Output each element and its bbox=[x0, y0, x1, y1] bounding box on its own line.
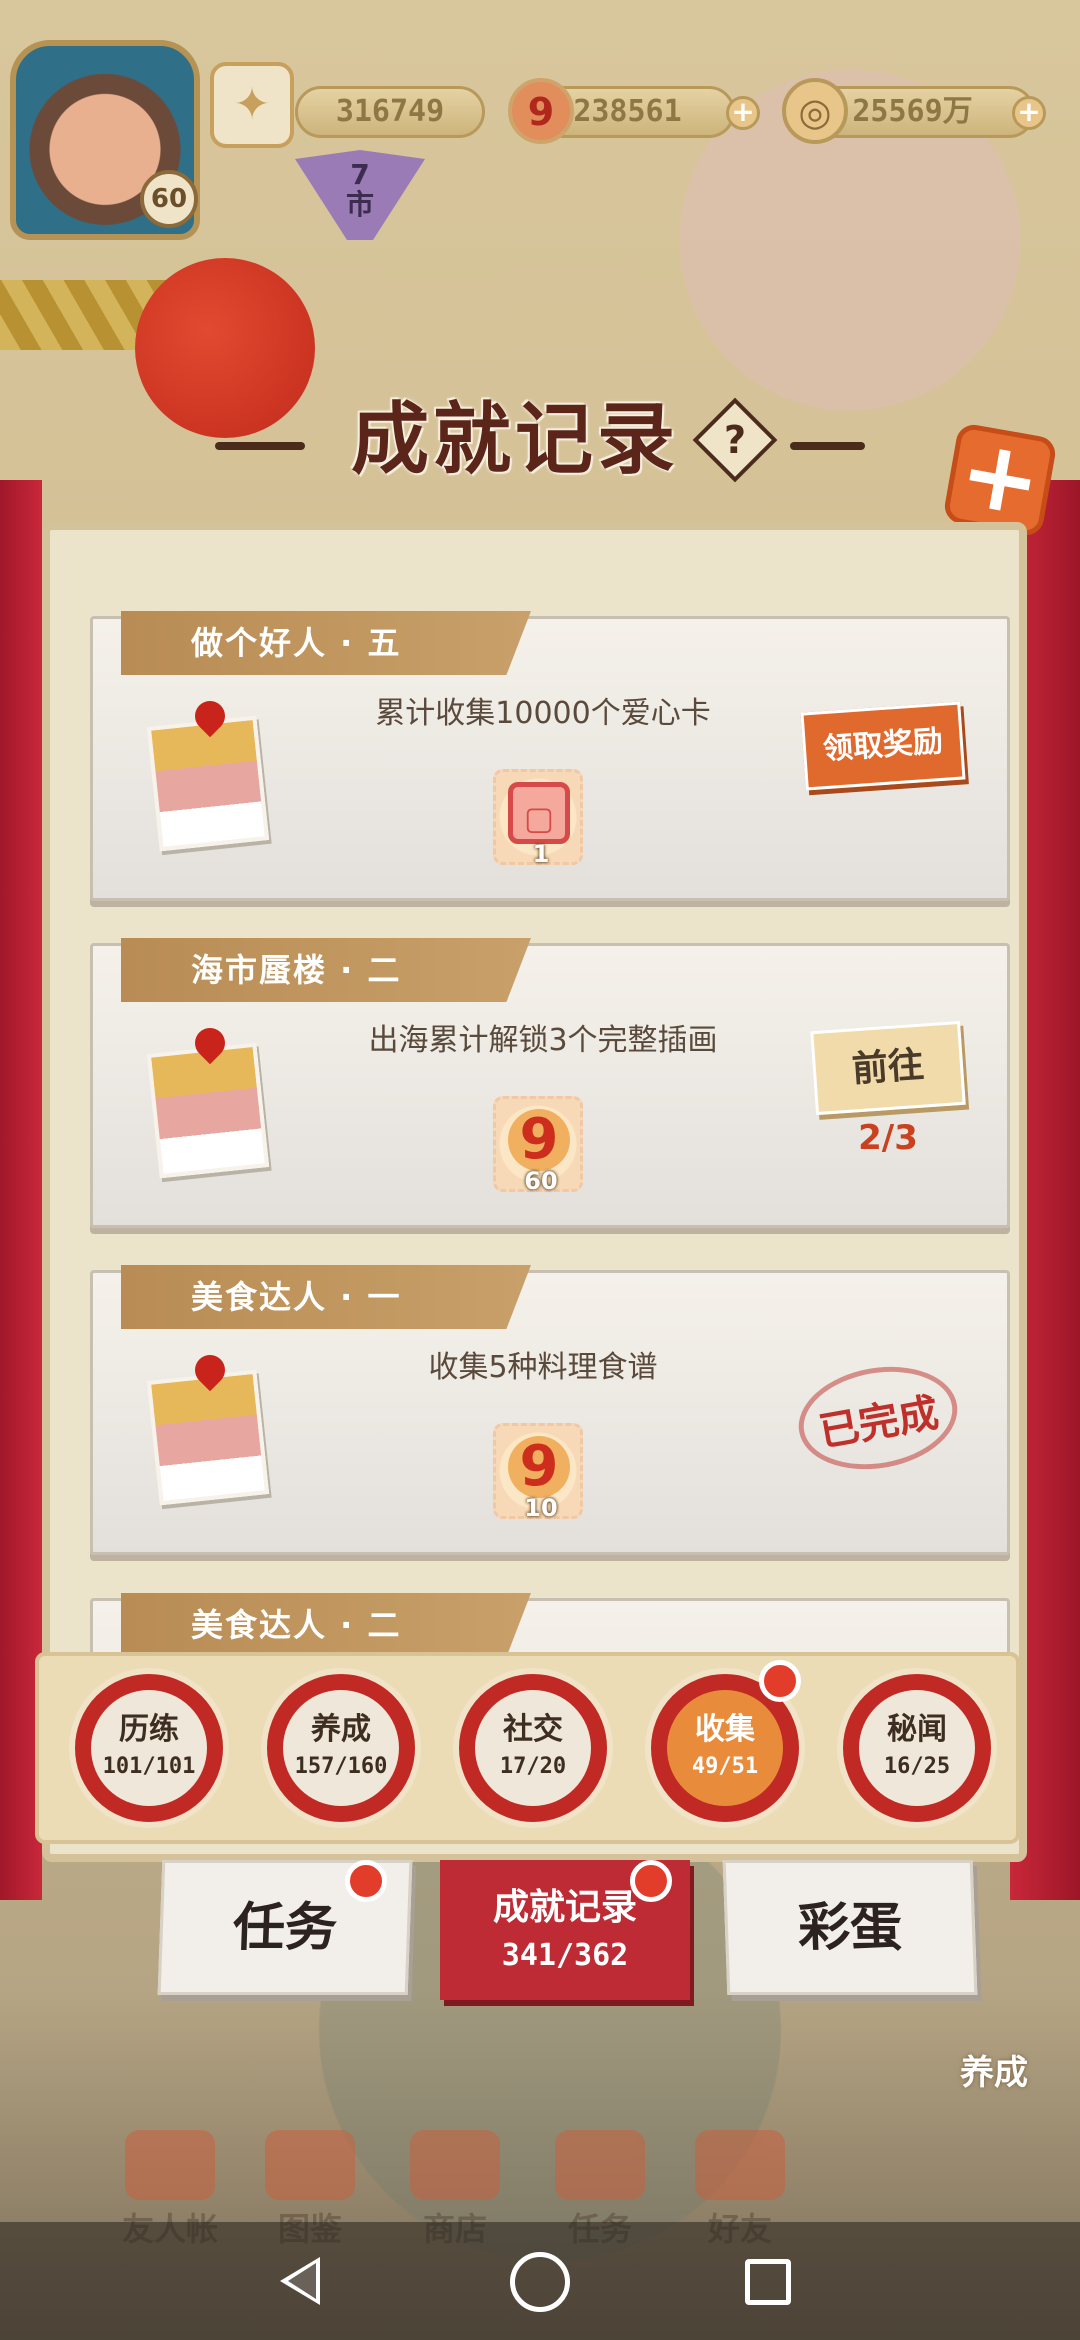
page-title: 成就记录 bbox=[350, 395, 679, 485]
frame-icon: ▢ bbox=[508, 782, 570, 844]
category-bar: 历练 101/101 养成 157/160 社交 17/20 收集 49/51 … bbox=[35, 1652, 1020, 1844]
achievement-list[interactable]: 做个好人 · 五 累计收集10000个爱心卡 ▢ 1 领取奖励 海市蜃楼 · 二… bbox=[90, 608, 1020, 1658]
gold-coin-icon: ◎ bbox=[782, 78, 848, 144]
category-count: 17/20 bbox=[499, 1754, 567, 1779]
achievement-progress: 2/3 bbox=[858, 1118, 918, 1158]
close-button[interactable]: + bbox=[942, 415, 1058, 539]
reward-quantity: 1 bbox=[532, 840, 550, 868]
achievement-name: 做个好人 · 五 bbox=[121, 611, 531, 675]
reward-item[interactable]: 9 10 bbox=[493, 1423, 583, 1522]
ticket-icon: ✦ bbox=[210, 62, 294, 148]
category-label: 秘闻 bbox=[887, 1712, 947, 1747]
achievement-card: 美食达人 · 一 收集5种料理食谱 9 10 已完成 bbox=[90, 1265, 1010, 1555]
category-count: 49/51 bbox=[691, 1754, 759, 1779]
claim-reward-button[interactable]: 领取奖励 bbox=[800, 701, 966, 791]
notification-dot bbox=[630, 1860, 672, 1902]
category-label: 养成 bbox=[311, 1712, 371, 1747]
achievement-card: 美食达人 · 二 bbox=[90, 1593, 1010, 1658]
category-social[interactable]: 社交 17/20 bbox=[453, 1668, 613, 1828]
nine-coin-icon: 9 bbox=[508, 1109, 570, 1171]
tab-easter-egg[interactable]: 彩蛋 bbox=[722, 1860, 978, 1995]
game-bottom-nav: 友人帐 图鉴 商店 任务 好友 bbox=[0, 2130, 1080, 2248]
category-training[interactable]: 历练 101/101 bbox=[69, 1668, 229, 1828]
market-label: 7 市 bbox=[345, 158, 374, 221]
achievement-card: 海市蜃楼 · 二 出海累计解锁3个完整插画 9 60 前往 2/3 bbox=[90, 938, 1010, 1228]
scroll-icon bbox=[133, 694, 283, 861]
shop-icon bbox=[410, 2130, 500, 2200]
title-ornament-right bbox=[790, 442, 865, 450]
market-fan-icon[interactable]: 7 市 bbox=[295, 150, 425, 240]
scroll-icon bbox=[133, 1021, 283, 1188]
feed-label[interactable]: 养成 bbox=[960, 2045, 1028, 2094]
scroll-icon bbox=[133, 1348, 283, 1515]
player-level-badge: 60 bbox=[140, 170, 198, 228]
achievement-card: 做个好人 · 五 累计收集10000个爱心卡 ▢ 1 领取奖励 bbox=[90, 611, 1010, 901]
reward-quantity: 10 bbox=[524, 1494, 558, 1522]
add-nine-currency-button[interactable]: + bbox=[726, 96, 760, 130]
category-count: 16/25 bbox=[883, 1754, 951, 1779]
friends-book-icon bbox=[125, 2130, 215, 2200]
ticket-stat: 316749 bbox=[295, 86, 485, 138]
question-icon: ? bbox=[723, 418, 747, 462]
achievement-name: 美食达人 · 一 bbox=[121, 1265, 531, 1329]
top-hud: 60 ✦ 316749 238561 9 + 25569万 ◎ + 7 市 bbox=[0, 0, 1080, 438]
add-coin-button[interactable]: + bbox=[1012, 96, 1046, 130]
back-icon[interactable] bbox=[280, 2257, 320, 2305]
home-icon[interactable] bbox=[510, 2252, 570, 2312]
red-nine-coin-icon: 9 bbox=[508, 78, 574, 144]
recent-apps-icon[interactable] bbox=[745, 2259, 791, 2305]
category-secrets[interactable]: 秘闻 16/25 bbox=[837, 1668, 997, 1828]
friends-icon bbox=[695, 2130, 785, 2200]
achievement-description: 出海累计解锁3个完整插画 bbox=[368, 1023, 718, 1058]
achievement-description: 累计收集10000个爱心卡 bbox=[375, 696, 711, 731]
category-cultivation[interactable]: 养成 157/160 bbox=[261, 1668, 421, 1828]
category-label: 历练 bbox=[119, 1712, 179, 1747]
category-label: 收集 bbox=[695, 1712, 755, 1747]
nine-coin-icon: 9 bbox=[508, 1436, 570, 1498]
reward-item[interactable]: 9 60 bbox=[493, 1096, 583, 1195]
title-ornament-left bbox=[215, 442, 305, 450]
tasks-icon bbox=[555, 2130, 645, 2200]
system-navigation-bar bbox=[0, 2222, 1080, 2340]
notification-dot bbox=[345, 1860, 387, 1902]
achievement-name: 美食达人 · 二 bbox=[121, 1593, 531, 1657]
codex-icon bbox=[265, 2130, 355, 2200]
help-button[interactable]: ? bbox=[692, 397, 778, 483]
tab-achievement-count: 341/362 bbox=[501, 1938, 629, 1973]
notification-dot bbox=[759, 1660, 801, 1702]
reward-item[interactable]: ▢ 1 bbox=[493, 769, 583, 868]
category-label: 社交 bbox=[503, 1712, 563, 1747]
goto-button[interactable]: 前往 bbox=[810, 1020, 966, 1116]
completed-stamp: 已完成 bbox=[790, 1354, 966, 1482]
category-count: 101/101 bbox=[102, 1754, 196, 1779]
reward-quantity: 60 bbox=[524, 1167, 558, 1195]
achievement-description: 收集5种料理食谱 bbox=[428, 1350, 658, 1385]
achievement-name: 海市蜃楼 · 二 bbox=[121, 938, 531, 1002]
title-row: 成就记录 ? bbox=[0, 390, 1080, 490]
category-count: 157/160 bbox=[294, 1754, 388, 1779]
